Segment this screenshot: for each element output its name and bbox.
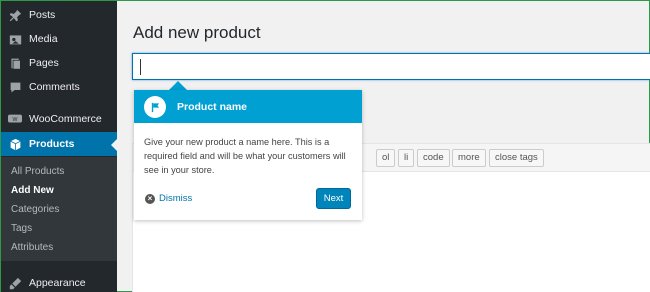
submenu-add-new[interactable]: Add New: [11, 185, 54, 196]
menu-item-pages[interactable]: Pages: [1, 51, 117, 75]
svg-text:W: W: [13, 117, 18, 123]
menu-item-appearance[interactable]: Appearance: [1, 271, 117, 292]
pages-icon: [7, 55, 23, 71]
li-button[interactable]: li: [398, 149, 415, 167]
menu-label-posts: Posts: [29, 9, 56, 21]
close-icon: ×: [145, 193, 155, 204]
close-tags-button[interactable]: close tags: [489, 149, 544, 167]
tour-title: Product name: [177, 101, 248, 113]
products-submenu: All Products Add New Categories Tags Att…: [1, 157, 117, 261]
submenu-attributes[interactable]: Attributes: [11, 242, 53, 253]
woocommerce-icon: W: [7, 111, 23, 127]
menu-label-pages: Pages: [29, 57, 59, 69]
submenu-all-products[interactable]: All Products: [11, 166, 64, 177]
product-name-input[interactable]: [132, 53, 650, 80]
product-name-tour-popup: Product name Give your new product a nam…: [134, 90, 362, 220]
menu-label-appearance: Appearance: [29, 277, 86, 289]
menu-item-products[interactable]: Products: [1, 132, 117, 156]
menu-item-woocommerce[interactable]: W WooCommerce: [1, 107, 117, 131]
text-caret: [140, 59, 141, 75]
dismiss-link[interactable]: × Dismiss: [145, 193, 192, 204]
submenu-categories[interactable]: Categories: [11, 204, 59, 215]
menu-label-comments: Comments: [29, 81, 80, 93]
dismiss-label: Dismiss: [159, 193, 193, 204]
admin-sidebar: Posts Media Pages Comments W WooCommerce…: [1, 1, 117, 292]
flag-icon: [144, 96, 166, 118]
tour-description: Give your new product a name here. This …: [144, 137, 346, 175]
comments-icon: [7, 79, 23, 95]
pin-icon: [7, 7, 23, 23]
tour-pointer-arrow: [169, 81, 187, 90]
media-icon: [7, 31, 23, 47]
menu-item-comments[interactable]: Comments: [1, 75, 117, 99]
menu-item-media[interactable]: Media: [1, 27, 117, 51]
menu-label-products: Products: [29, 138, 75, 150]
submenu-tags[interactable]: Tags: [11, 223, 32, 234]
more-button[interactable]: more: [452, 149, 486, 167]
appearance-icon: [7, 275, 23, 291]
ol-button[interactable]: ol: [376, 149, 396, 167]
tour-header: Product name: [134, 90, 362, 123]
menu-label-woocommerce: WooCommerce: [29, 113, 102, 125]
products-icon: [7, 136, 23, 152]
menu-label-media: Media: [29, 33, 58, 45]
code-button[interactable]: code: [417, 149, 450, 167]
next-button[interactable]: Next: [316, 188, 351, 209]
menu-item-posts[interactable]: Posts: [1, 3, 117, 27]
page-title: Add new product: [133, 23, 261, 42]
